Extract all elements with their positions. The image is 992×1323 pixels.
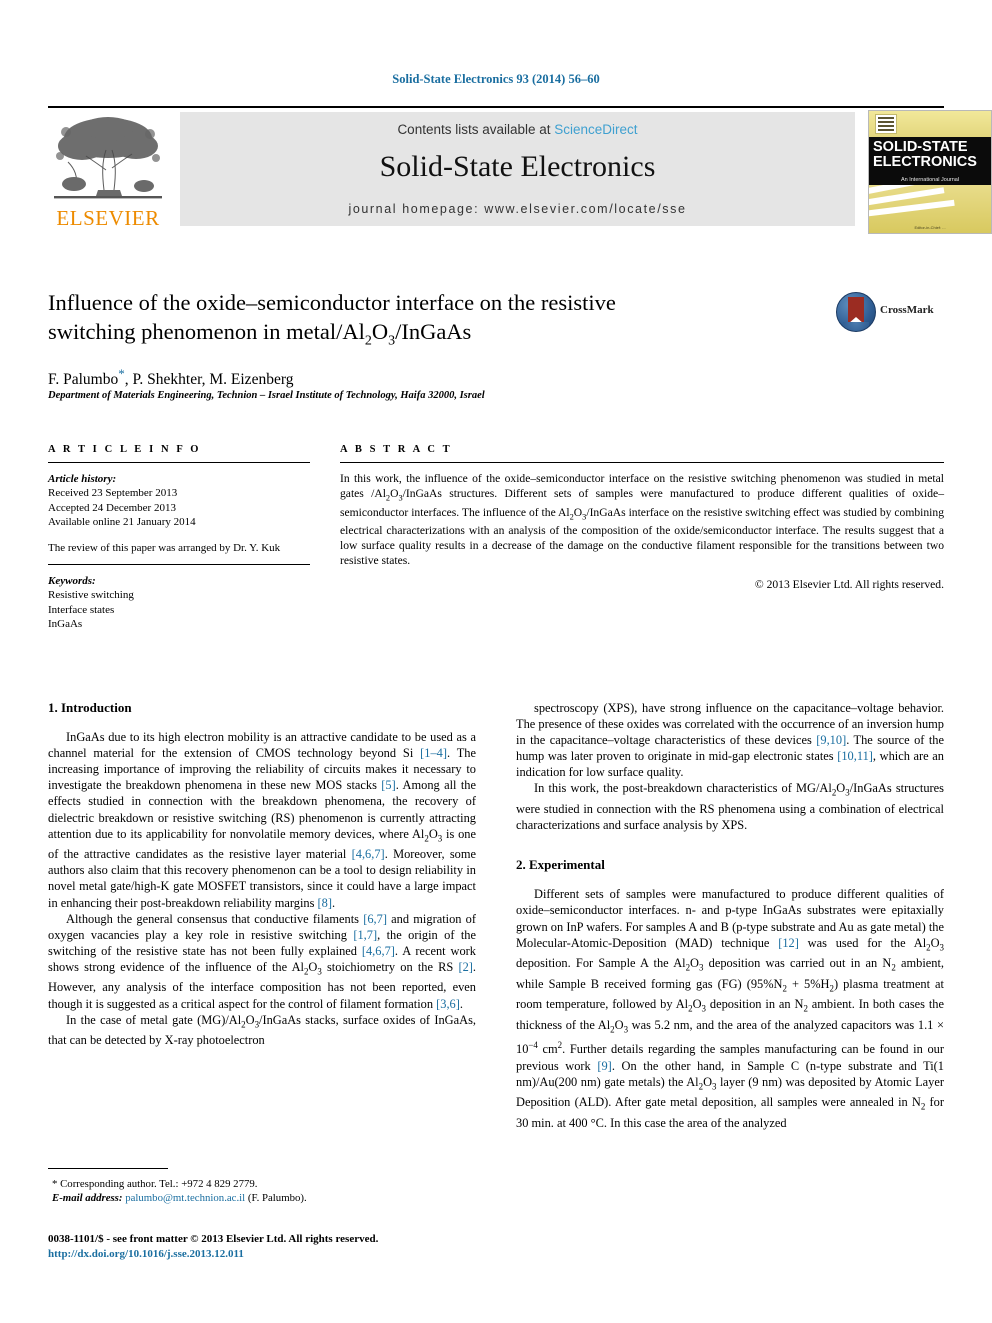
citation-ref[interactable]: [10,11] (837, 749, 873, 763)
email-label: E-mail address: (52, 1192, 123, 1204)
abstract-heading: A B S T R A C T (340, 444, 453, 455)
citation-ref[interactable]: [4,6,7] (362, 944, 395, 958)
paragraph-experimental-1: Different sets of samples were manufactu… (516, 887, 945, 1130)
abstract-block: A B S T R A C T In this work, the influe… (340, 444, 944, 591)
paragraph-intro-1: InGaAs due to its high electron mobility… (48, 730, 477, 910)
citation-ref[interactable]: [8] (318, 896, 332, 910)
footnote-rule (48, 1168, 168, 1169)
doi-link[interactable]: http://dx.doi.org/10.1016/j.sse.2013.12.… (48, 1247, 548, 1262)
title-line-2a: switching phenomenon in metal/Al (48, 319, 365, 344)
running-head: Solid-State Electronics 93 (2014) 56–60 (392, 72, 600, 86)
cover-artwork: Editor-in-Chief: ... (869, 185, 991, 233)
author-first: F. Palumbo (48, 371, 119, 389)
keyword-item: Resistive switching (48, 589, 134, 602)
paragraph-intro-2: Although the general consensus that cond… (48, 911, 477, 1011)
keyword-item: InGaAs (48, 618, 83, 631)
elsevier-wordmark: ELSEVIER (56, 206, 160, 230)
title-line-1: Influence of the oxide–semiconductor int… (48, 290, 616, 315)
citation-ref[interactable]: [1,7] (353, 928, 377, 942)
citation-ref[interactable]: [2] (458, 960, 472, 974)
crossmark-icon (836, 292, 876, 332)
cover-top-band (869, 111, 991, 137)
crossmark-badge[interactable]: CrossMark (836, 292, 944, 334)
article-available-online: Available online 21 January 2014 (48, 516, 196, 529)
elsevier-tree-icon (54, 117, 162, 199)
paper-page: Solid-State Electronics 93 (2014) 56–60 (0, 0, 992, 1323)
journal-homepage-line[interactable]: journal homepage: www.elsevier.com/locat… (180, 202, 855, 216)
article-accepted: Accepted 24 December 2013 (48, 501, 176, 514)
article-history-label: Article history: (48, 473, 117, 485)
cover-publisher-mark-icon (875, 114, 897, 134)
section-heading-introduction: 1. Introduction (48, 700, 132, 715)
citation-ref[interactable]: [1–4] (420, 746, 447, 760)
cover-credit: Editor-in-Chief: ... (914, 225, 946, 230)
journal-cover-thumbnail: SOLID-STATE ELECTRONICS An International… (868, 110, 992, 234)
cover-title-line1: SOLID-STATE (873, 139, 968, 155)
contents-available-line: Contents lists available at ScienceDirec… (180, 122, 855, 137)
footnote-block: * Corresponding author. Tel.: +972 4 829… (48, 1168, 476, 1205)
paragraph-intro-4: spectroscopy (XPS), have strong influenc… (516, 701, 944, 780)
journal-masthead: ELSEVIER Contents lists available at Sci… (48, 106, 992, 238)
journal-banner: Contents lists available at ScienceDirec… (180, 112, 855, 226)
editor-note: The review of this paper was arranged by… (48, 541, 281, 554)
citation-ref[interactable]: [3,6] (436, 997, 460, 1011)
keyword-item: Interface states (48, 603, 115, 616)
cover-subtitle: An International Journal (869, 177, 991, 185)
citation-ref[interactable]: [12] (778, 936, 799, 950)
title-sub-2: 2 (364, 333, 372, 349)
paragraph-intro-3: In the case of metal gate (MG)/Al2O3/InG… (48, 1012, 476, 1048)
author-list: F. Palumbo*, P. Shekhter, M. Eizenberg (48, 366, 828, 389)
section-heading-experimental: 2. Experimental (516, 857, 605, 873)
keywords-block: Keywords: Resistive switching Interface … (48, 574, 310, 632)
author-rest: , P. Shekhter, M. Eizenberg (124, 371, 294, 389)
email-link[interactable]: palumbo@mt.technion.ac.il (125, 1192, 245, 1204)
article-history: Article history: Received 23 September 2… (48, 472, 310, 555)
article-info-block: A R T I C L E I N F O Article history: R… (48, 444, 310, 632)
sciencedirect-link[interactable]: ScienceDirect (554, 122, 637, 137)
journal-title: Solid-State Electronics (379, 150, 656, 183)
imprint-block: 0038-1101/$ - see front matter © 2013 El… (48, 1232, 548, 1262)
page-title: Influence of the oxide–semiconductor int… (48, 288, 788, 356)
article-received: Received 23 September 2013 (48, 487, 178, 500)
corresponding-author-note: * Corresponding author. Tel.: +972 4 829… (52, 1178, 258, 1190)
cover-title-line2: ELECTRONICS (873, 154, 977, 170)
citation-ref[interactable]: [4,6,7] (352, 847, 385, 861)
citation-ref[interactable]: [5] (381, 778, 395, 792)
abstract-copyright: © 2013 Elsevier Ltd. All rights reserved… (754, 578, 944, 592)
crossmark-label: CrossMark (880, 304, 934, 316)
elsevier-logo: ELSEVIER (48, 112, 168, 236)
title-line-2c: /InGaAs (395, 319, 472, 344)
body-column-right: spectroscopy (XPS), have strong influenc… (516, 700, 944, 1131)
masthead-rule (48, 106, 944, 108)
abstract-text: In this work, the influence of the oxide… (340, 472, 944, 567)
article-info-heading: A R T I C L E I N F O (48, 444, 202, 455)
citation-ref[interactable]: [9,10] (816, 733, 846, 747)
citation-ref[interactable]: [6,7] (363, 912, 387, 926)
contents-prefix: Contents lists available at (397, 122, 555, 137)
cover-title-band: SOLID-STATE ELECTRONICS (869, 137, 991, 177)
crossmark-base-shape (843, 322, 869, 331)
imprint-line: 0038-1101/$ - see front matter © 2013 El… (48, 1233, 379, 1245)
email-suffix: (F. Palumbo). (245, 1192, 307, 1204)
citation-ref[interactable]: [9] (597, 1059, 611, 1073)
email-note: E-mail address: palumbo@mt.technion.ac.i… (48, 1191, 476, 1205)
body-column-left: 1. Introduction InGaAs due to its high e… (48, 700, 476, 1048)
author-affiliation: Department of Materials Engineering, Tec… (48, 390, 485, 401)
paragraph-intro-5: In this work, the post-breakdown charact… (516, 781, 944, 833)
keywords-label: Keywords: (48, 575, 96, 588)
title-line-2b: O (371, 319, 389, 344)
